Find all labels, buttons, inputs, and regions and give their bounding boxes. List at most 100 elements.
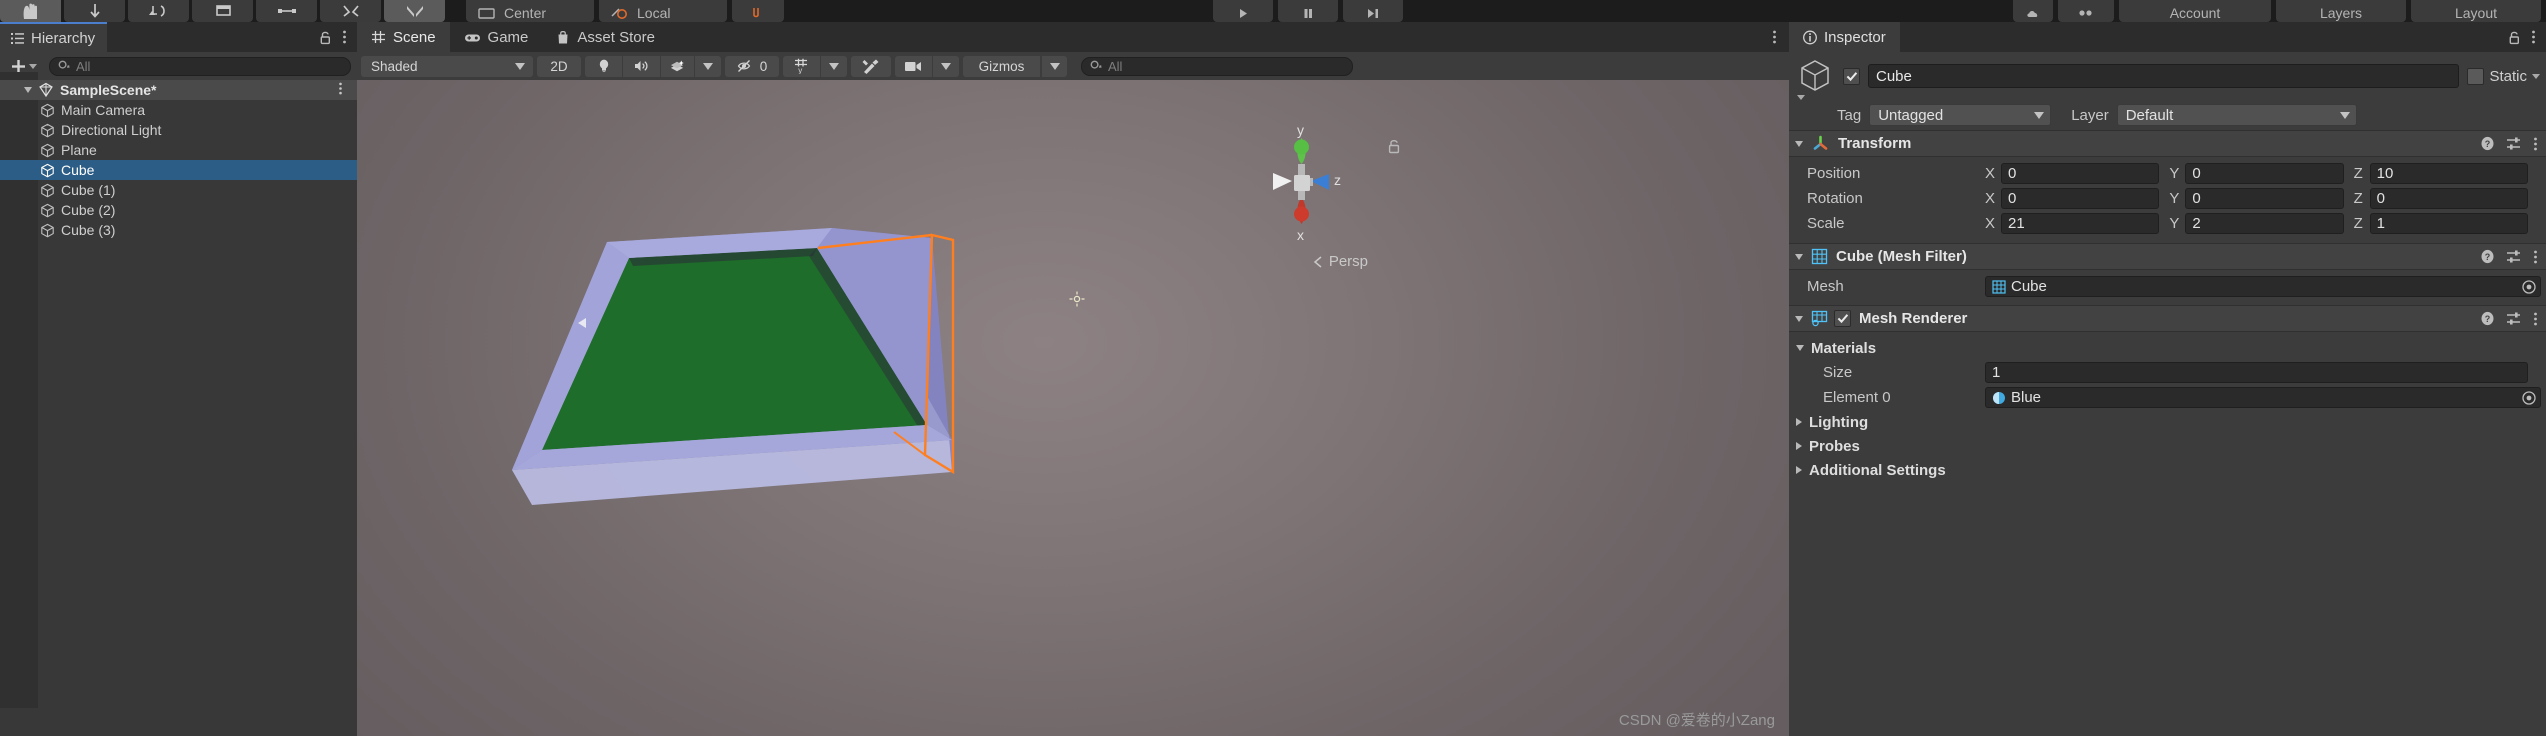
mode-2d-toggle[interactable]: 2D (537, 55, 581, 77)
layer-dropdown[interactable]: Default (2116, 104, 2357, 126)
tag-arrow-icon[interactable] (2034, 111, 2045, 119)
snap-toggle-button[interactable] (732, 0, 784, 22)
scene-viewport[interactable]: y z x Persp CSDN @爱卷的小Zang (357, 80, 1789, 736)
mesh-filter-kebab-icon[interactable] (2533, 249, 2538, 265)
camera-dropdown-arrow[interactable] (933, 56, 959, 77)
rotation-y-input[interactable]: 0 (2185, 188, 2344, 209)
scale-tool-button[interactable] (192, 0, 253, 22)
gameobject-enabled-checkbox[interactable] (1843, 67, 1860, 85)
component-tools-button[interactable] (851, 55, 891, 77)
tab-hierarchy[interactable]: Hierarchy (0, 22, 108, 52)
audio-toggle-button[interactable] (623, 55, 661, 77)
inspector-kebab-icon[interactable] (2531, 29, 2536, 45)
step-button[interactable] (1343, 0, 1403, 22)
collab-button[interactable] (2058, 0, 2114, 22)
scene-lock-icon[interactable] (1387, 138, 1401, 159)
grid-axis-button[interactable]: y (783, 55, 821, 77)
handle-rotation-dropdown[interactable]: Local (599, 0, 727, 22)
scene-kebab-button[interactable] (1772, 22, 1789, 52)
mesh-renderer-kebab-icon[interactable] (2533, 311, 2538, 327)
position-x-input[interactable]: 0 (2001, 163, 2160, 184)
static-checkbox[interactable] (2467, 67, 2485, 85)
rotation-z-input[interactable]: 0 (2369, 188, 2528, 209)
materials-size-input[interactable]: 1 (1985, 362, 2528, 383)
position-z-input[interactable]: 10 (2369, 163, 2528, 184)
scene-search-input[interactable]: All (1081, 56, 1353, 76)
gameobject-name-input[interactable]: Cube (1868, 64, 2460, 88)
gizmos-toggle[interactable]: Gizmos (963, 55, 1041, 77)
component-header-mesh-renderer[interactable]: Mesh Renderer ? (1789, 305, 2546, 332)
position-y-input[interactable]: 0 (2185, 163, 2344, 184)
preview-dropdown-arrow-icon[interactable] (1797, 95, 1805, 100)
pause-button[interactable] (1278, 0, 1338, 22)
scale-y-input[interactable]: 2 (2185, 213, 2344, 234)
element0-object-picker-icon[interactable] (2521, 390, 2537, 406)
rect-tool-button[interactable] (256, 0, 317, 22)
gizmos-dropdown-arrow[interactable] (1041, 55, 1067, 77)
move-tool-button[interactable] (64, 0, 125, 22)
lighting-expand-arrow-icon[interactable] (1796, 418, 1802, 426)
rotate-tool-button[interactable] (128, 0, 189, 22)
draw-mode-dropdown[interactable]: Shaded (361, 55, 533, 77)
hierarchy-item-cube[interactable]: Cube (0, 160, 357, 180)
mesh-filter-expand-arrow-icon[interactable] (1795, 253, 1803, 260)
hierarchy-item-directional-light[interactable]: Directional Light (0, 120, 357, 140)
hidden-objects-toggle[interactable]: 0 (725, 55, 779, 77)
grid-dropdown-arrow[interactable] (821, 56, 847, 77)
mesh-object-picker-icon[interactable] (2521, 279, 2537, 295)
fx-dropdown-arrow[interactable] (695, 56, 721, 77)
hierarchy-item-cube-1[interactable]: Cube (1) (0, 180, 357, 200)
account-dropdown[interactable]: Account (2119, 0, 2271, 22)
hierarchy-item-cube-2[interactable]: Cube (2) (0, 200, 357, 220)
hierarchy-search-input[interactable]: All (49, 56, 351, 76)
tab-asset-store[interactable]: Asset Store (542, 22, 669, 52)
additional-settings-expand-arrow-icon[interactable] (1796, 466, 1802, 474)
component-header-transform[interactable]: Transform ? (1789, 130, 2546, 157)
tab-game[interactable]: Game (450, 22, 543, 52)
hierarchy-item-samplescene[interactable]: SampleScene* (0, 80, 357, 100)
lighting-foldout[interactable]: Lighting (1789, 410, 2546, 434)
tab-scene[interactable]: Scene (357, 22, 450, 52)
pivot-mode-dropdown[interactable]: Center (466, 0, 594, 22)
projection-mode-label[interactable]: Persp (1313, 253, 1368, 270)
layout-dropdown[interactable]: Layout (2411, 0, 2541, 22)
probes-expand-arrow-icon[interactable] (1796, 442, 1802, 450)
help-icon[interactable]: ? (2480, 249, 2495, 264)
component-header-mesh-filter[interactable]: Cube (Mesh Filter) ? (1789, 243, 2546, 270)
lighting-toggle-button[interactable] (585, 55, 623, 77)
materials-foldout[interactable]: Materials (1789, 336, 2546, 360)
transform-tool-button[interactable] (320, 0, 381, 22)
preset-icon[interactable] (2506, 311, 2522, 326)
layers-dropdown[interactable]: Layers (2276, 0, 2406, 22)
lock-icon[interactable] (319, 30, 332, 45)
hierarchy-item-plane[interactable]: Plane (0, 140, 357, 160)
hand-tool-button[interactable] (0, 0, 61, 22)
camera-arrow-icon[interactable] (941, 62, 951, 70)
scene-orientation-gizmo[interactable]: y z x (1247, 122, 1357, 248)
layer-arrow-icon[interactable] (2339, 111, 2350, 119)
gizmos-arrow-icon[interactable] (1049, 62, 1060, 70)
hierarchy-item-cube-3[interactable]: Cube (3) (0, 220, 357, 240)
draw-mode-arrow-icon[interactable] (515, 62, 525, 70)
help-icon[interactable]: ? (2480, 136, 2495, 151)
play-button[interactable] (1213, 0, 1273, 22)
scene-kebab-icon[interactable] (338, 82, 343, 99)
tab-inspector[interactable]: Inspector (1789, 22, 1900, 52)
materials-expand-arrow-icon[interactable] (1796, 345, 1804, 351)
hierarchy-kebab-icon[interactable] (342, 29, 347, 45)
lock-icon[interactable] (2508, 30, 2521, 45)
preset-icon[interactable] (2506, 136, 2522, 151)
help-icon[interactable]: ? (2480, 311, 2495, 326)
custom-tool-button[interactable] (384, 0, 445, 22)
static-dropdown-arrow-icon[interactable] (2532, 73, 2540, 79)
scale-z-input[interactable]: 1 (2369, 213, 2528, 234)
grid-arrow-icon[interactable] (829, 62, 839, 70)
mesh-renderer-enabled-checkbox[interactable] (1834, 310, 1851, 327)
hierarchy-item-main-camera[interactable]: Main Camera (0, 100, 357, 120)
mesh-object-field[interactable]: Cube (1985, 276, 2541, 297)
mesh-renderer-expand-arrow-icon[interactable] (1795, 315, 1803, 322)
transform-expand-arrow-icon[interactable] (1795, 140, 1803, 147)
element0-object-field[interactable]: Blue (1985, 387, 2541, 408)
scale-x-input[interactable]: 21 (2001, 213, 2160, 234)
add-dropdown-arrow-icon[interactable] (29, 63, 37, 69)
